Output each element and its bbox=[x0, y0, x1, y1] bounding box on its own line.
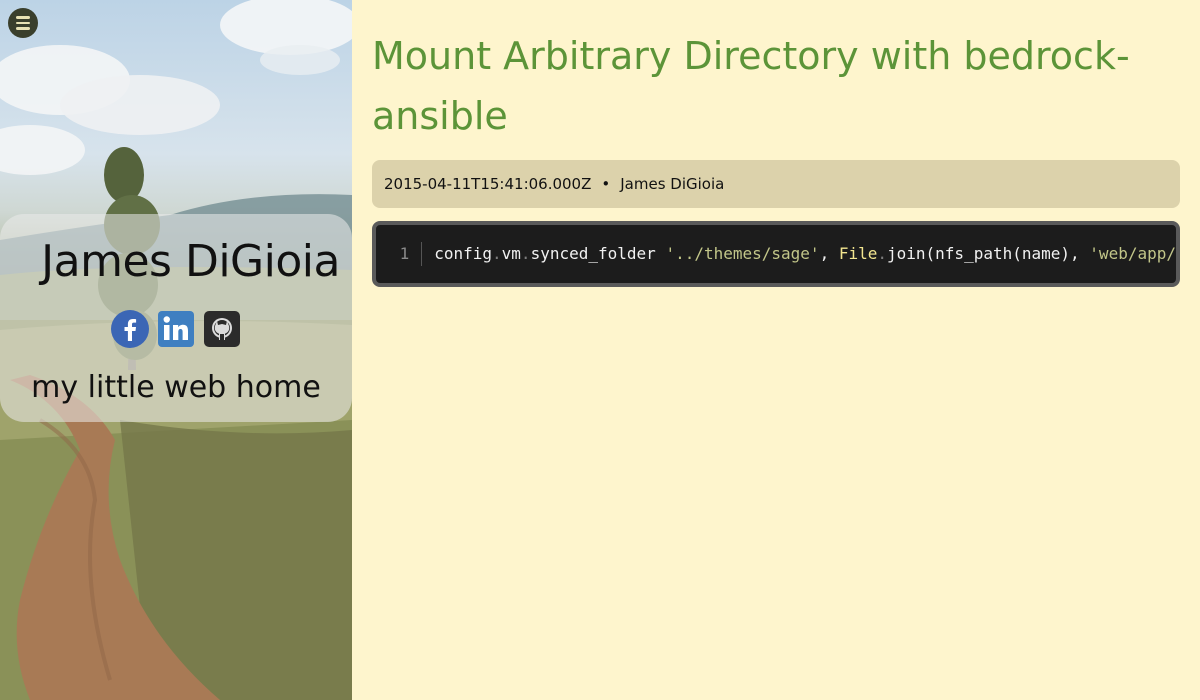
code-token: (nfs_path(name), bbox=[925, 244, 1090, 263]
code-token: . bbox=[877, 244, 887, 263]
hamburger-icon-bar bbox=[16, 16, 30, 19]
code-block: 1 config.vm.synced_folder '../themes/sag… bbox=[372, 221, 1180, 287]
code-token: . bbox=[520, 244, 531, 263]
menu-button[interactable] bbox=[8, 8, 38, 38]
code-token-string: 'web/app/ bbox=[1089, 244, 1176, 263]
hamburger-icon-bar bbox=[16, 27, 30, 30]
code-line: config.vm.synced_folder '../themes/sage'… bbox=[422, 242, 1176, 266]
site-tagline: my little web home bbox=[31, 370, 321, 405]
code-token: synced_folder bbox=[530, 244, 656, 263]
post-meta: 2015-04-11T15:41:06.000Z • James DiGioia bbox=[372, 160, 1180, 208]
post-date: 2015-04-11T15:41:06.000Z bbox=[384, 175, 592, 193]
post-title: Mount Arbitrary Directory with bedrock-a… bbox=[372, 34, 1130, 138]
post-author[interactable]: James DiGioia bbox=[620, 175, 724, 193]
sidebar: James DiGioia my little web home bbox=[0, 0, 352, 700]
code-token-string: '../themes/sage' bbox=[665, 244, 820, 263]
profile-card: James DiGioia my little web home bbox=[0, 214, 352, 422]
line-number: 1 bbox=[376, 242, 423, 266]
hamburger-icon-bar bbox=[16, 21, 30, 25]
social-links bbox=[0, 310, 352, 348]
linkedin-icon[interactable] bbox=[157, 310, 195, 348]
site-owner-name[interactable]: James DiGioia bbox=[0, 236, 352, 287]
facebook-icon[interactable] bbox=[111, 310, 149, 348]
main-content: Mount Arbitrary Directory with bedrock-a… bbox=[352, 0, 1200, 700]
meta-separator: • bbox=[601, 175, 611, 193]
code-token: , bbox=[819, 244, 839, 263]
code-token: config bbox=[434, 244, 493, 263]
code-token: join bbox=[887, 244, 926, 263]
code-token: . bbox=[492, 244, 502, 263]
github-icon[interactable] bbox=[203, 310, 241, 348]
code-token: vm bbox=[501, 244, 521, 263]
code-token-constant: File bbox=[838, 244, 878, 263]
